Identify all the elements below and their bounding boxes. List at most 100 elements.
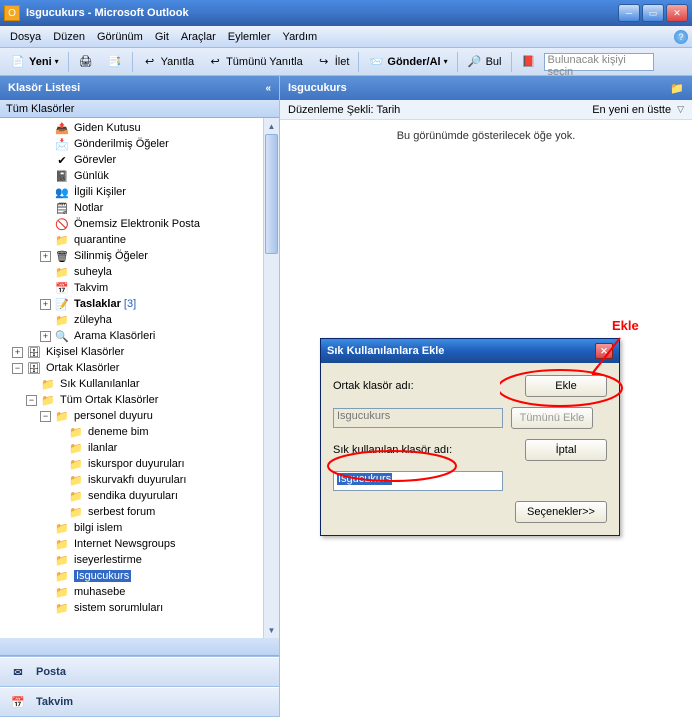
tree-gonderilmis[interactable]: Gönderilmiş Öğeler [74,138,169,150]
menu-yardim[interactable]: Yardım [277,29,324,45]
folder-icon: 📁 [68,457,84,471]
tree-quarantine[interactable]: quarantine [74,234,126,246]
collapse-icon[interactable]: − [40,411,51,422]
new-button[interactable]: 📄Yeni ▾ [4,51,65,73]
tree-suheyla[interactable]: suheyla [74,266,112,278]
maximize-button[interactable]: ▭ [642,4,664,22]
nav-mail-button[interactable]: ✉Posta [0,657,279,687]
favorite-folder-name-input[interactable]: Isgucukurs [333,471,503,491]
tree-takvim[interactable]: Takvim [74,282,108,294]
public-folder-icon: 🗄 [26,361,42,375]
send-receive-button[interactable]: 📨Gönder/Al ▾ [362,51,453,73]
tree-zuleyha[interactable]: züleyha [74,314,112,326]
find-button[interactable]: 🔎Bul [461,51,508,73]
add-all-button[interactable]: Tümünü Ekle [511,407,593,429]
tree-arama[interactable]: Arama Klasörleri [74,330,155,342]
contacts-button[interactable]: 📕 [515,51,543,73]
cancel-button[interactable]: İptal [525,439,607,461]
tree-giden[interactable]: Giden Kutusu [74,122,141,134]
close-button[interactable]: ✕ [666,4,688,22]
reply-button[interactable]: ↩Yanıtla [136,51,200,73]
tree-kisisel[interactable]: Kişisel Klasörler [46,346,124,358]
forward-button[interactable]: ↪İlet [310,51,356,73]
tree-iskurvakfi[interactable]: iskurvakfı duyuruları [88,474,186,486]
tree-scrollbar[interactable]: ▲ ▼ [263,118,279,638]
tree-isgucukurs-selected[interactable]: Isgucukurs [74,570,131,582]
tree-tum-ortak[interactable]: Tüm Ortak Klasörler [60,394,158,406]
collapse-icon[interactable]: − [12,363,23,374]
scroll-up-icon[interactable]: ▲ [264,118,279,134]
all-folders-header[interactable]: Tüm Klasörler [0,100,279,118]
tree-internet[interactable]: Internet Newsgroups [74,538,176,550]
calendar-icon: 📅 [8,692,28,712]
folder-icon: 📁 [54,569,70,583]
collapse-icon[interactable]: « [265,83,271,94]
contacts-icon: 📕 [521,54,537,70]
folder-icon: 📁 [54,265,70,279]
scroll-down-icon[interactable]: ▼ [264,622,279,638]
tree-sik[interactable]: Sık Kullanılanlar [60,378,140,390]
menu-gorunum[interactable]: Görünüm [91,29,149,45]
menu-git[interactable]: Git [149,29,175,45]
dropdown-icon[interactable]: ▽ [677,104,684,115]
dialog-close-button[interactable]: ✕ [595,343,613,359]
menu-eylemler[interactable]: Eylemler [222,29,277,45]
public-folder-name-input: Isgucukurs [333,408,503,428]
tree-iseyer[interactable]: iseyerlestirme [74,554,142,566]
tree-taslaklar[interactable]: Taslaklar [74,298,121,310]
sendrecv-icon: 📨 [368,54,384,70]
tree-bilgi[interactable]: bilgi islem [74,522,122,534]
sort-by-label: Düzenleme Şekli: Tarih [288,104,400,116]
dialog-titlebar: Sık Kullanılanlara Ekle ✕ [321,339,619,363]
move-button[interactable]: 📑 [101,51,129,73]
tree-muhasebe[interactable]: muhasebe [74,586,125,598]
expand-icon[interactable]: + [40,299,51,310]
drafts-icon: 📝 [54,297,70,311]
tree-personel[interactable]: personel duyuru [74,410,153,422]
print-icon: 🖨 [78,54,94,70]
add-button[interactable]: Ekle [525,375,607,397]
folder-list-divider [0,638,279,656]
tasks-icon: ✔ [54,153,70,167]
options-button[interactable]: Seçenekler>> [515,501,607,523]
collapse-icon[interactable]: − [26,395,37,406]
menu-araclar[interactable]: Araçlar [175,29,222,45]
tree-notlar[interactable]: Notlar [74,202,103,214]
public-folder-name-label: Ortak klasör adı: [333,380,517,392]
tree-sendika[interactable]: sendika duyuruları [88,490,178,502]
expand-icon[interactable]: + [12,347,23,358]
tree-ortak[interactable]: Ortak Klasörler [46,362,119,374]
content-title: Isgucukurs [288,82,347,94]
scroll-thumb[interactable] [265,134,278,254]
tree-iskurspor[interactable]: iskurspor duyuruları [88,458,185,470]
calendar-icon: 📅 [54,281,70,295]
sort-row[interactable]: Düzenleme Şekli: Tarih En yeni en üstte … [280,100,692,120]
tree-onemsiz[interactable]: Önemsiz Elektronik Posta [74,218,200,230]
expand-icon[interactable]: + [40,251,51,262]
expand-icon[interactable]: + [40,331,51,342]
menu-dosya[interactable]: Dosya [4,29,47,45]
forward-icon: ↪ [316,54,332,70]
tree-sistem[interactable]: sistem sorumluları [74,602,163,614]
folder-list-header: Klasör Listesi « [0,76,279,100]
menu-bar: Dosya Düzen Görünüm Git Araçlar Eylemler… [0,26,692,48]
reply-all-button[interactable]: ↩Tümünü Yanıtla [201,51,309,73]
minimize-button[interactable]: ─ [618,4,640,22]
print-button[interactable]: 🖨 [72,51,100,73]
tree-gorevler[interactable]: Görevler [74,154,116,166]
search-input[interactable]: Bulunacak kişiyi seçin [544,53,654,71]
folder-list-title: Klasör Listesi [8,82,80,94]
junk-icon: 🚫 [54,217,70,231]
help-icon[interactable]: ? [674,30,688,44]
tree-ilanlar[interactable]: ilanlar [88,442,117,454]
tree-deneme[interactable]: deneme bim [88,426,149,438]
reply-all-icon: ↩ [207,54,223,70]
menu-duzen[interactable]: Düzen [47,29,91,45]
find-icon: 🔎 [467,54,483,70]
tree-serbest[interactable]: serbest forum [88,506,155,518]
tree-silinmis[interactable]: Silinmiş Öğeler [74,250,148,262]
nav-calendar-button[interactable]: 📅Takvim [0,687,279,717]
folder-icon: 📁 [54,313,70,327]
tree-gunluk[interactable]: Günlük [74,170,109,182]
tree-ilgili[interactable]: İlgili Kişiler [74,186,126,198]
